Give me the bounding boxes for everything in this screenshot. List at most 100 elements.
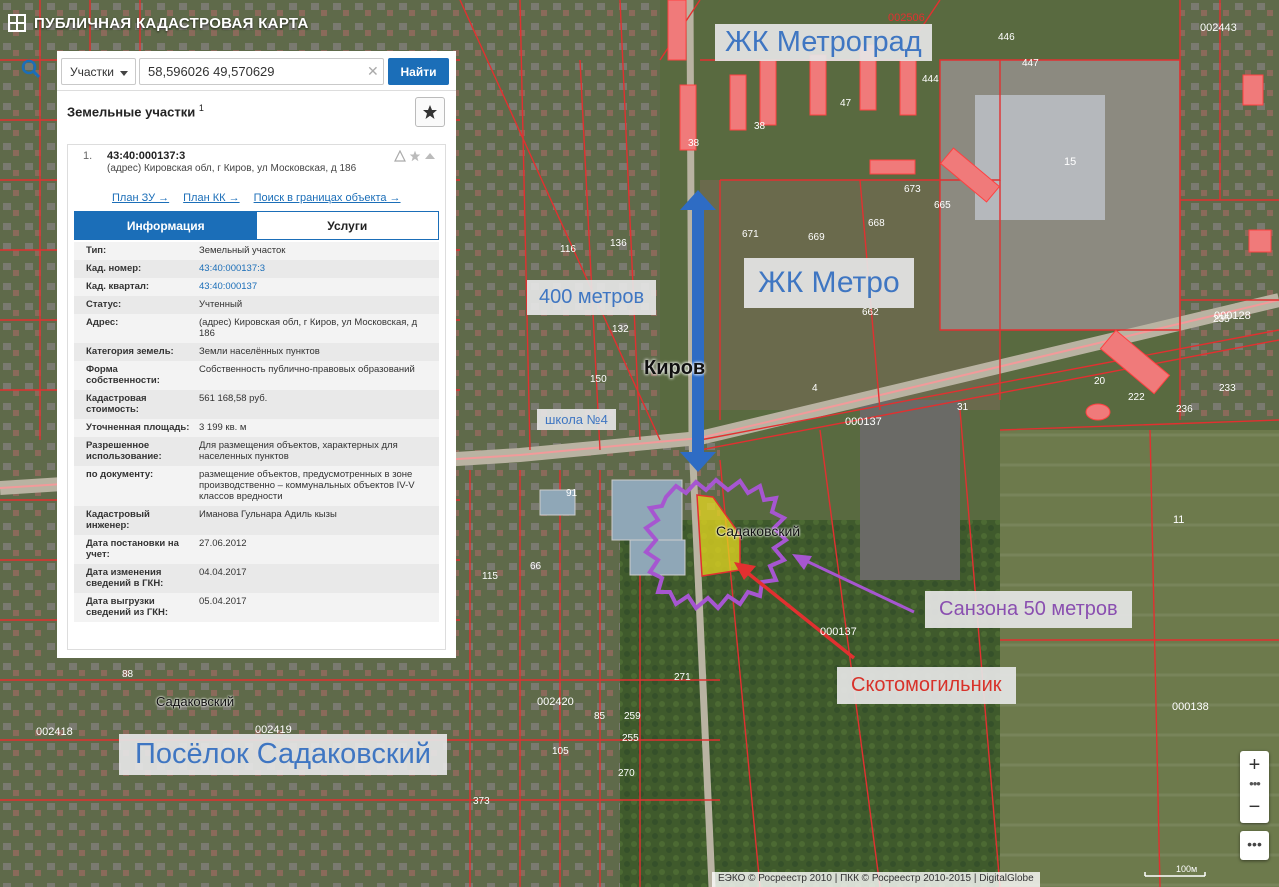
attribute-key: Дата постановки на учет: <box>86 538 179 560</box>
attribute-key: Форма собственности: <box>86 364 160 386</box>
attribute-value[interactable]: 43:40:000137 <box>193 281 423 292</box>
results-count: 1 <box>198 103 204 113</box>
attribute-row: Уточненная площадь: 3 199 кв. м <box>74 419 439 437</box>
locality-label: Садаковский <box>716 523 801 539</box>
plot-number: 665 <box>934 200 951 211</box>
plot-number: 259 <box>624 711 641 722</box>
plot-number: 38 <box>754 121 766 132</box>
locality-label: Садаковский <box>156 694 235 709</box>
plot-number: 105 <box>552 746 569 757</box>
plot-number: 671 <box>742 229 759 240</box>
plot-number: 150 <box>590 374 607 385</box>
result-cad-number[interactable]: 43:40:000137:3 <box>107 150 185 162</box>
attribute-row: Кадастровая стоимость: 561 168,58 руб. <box>74 390 439 419</box>
plot-number: 115 <box>482 571 498 582</box>
star-icon[interactable] <box>409 150 421 162</box>
find-button[interactable]: Найти <box>388 58 449 85</box>
zoom-control: + ••• − <box>1240 751 1269 823</box>
attribute-row: Категория земель: Земли населённых пункто… <box>74 343 439 361</box>
plot-number: 4 <box>812 383 818 394</box>
plot-number: 255 <box>622 733 639 744</box>
attribute-value: Земельный участок <box>199 245 286 256</box>
plot-number: 373 <box>473 796 490 807</box>
plot-number: 444 <box>922 74 939 85</box>
attribute-key: Кад. номер: <box>86 263 142 274</box>
plot-number: 88 <box>122 669 134 680</box>
attribute-value: 05.04.2017 <box>199 596 247 607</box>
attributes-table: Тип: Земельный участок Кад. номер: 43:40:00… <box>74 242 439 622</box>
plot-number: 85 <box>594 711 606 722</box>
result-address: (адрес) Кировская обл, г Киров, ул Моско… <box>107 163 357 174</box>
attribute-key: по документу: <box>86 469 154 480</box>
results-title-text: Земельные участки <box>67 104 196 120</box>
more-button[interactable]: ••• <box>1240 831 1269 860</box>
plot-number: 271 <box>674 672 691 683</box>
map-attribution: ЕЭКО © Росреестр 2010 | ПКК © Росреестр … <box>712 872 1040 887</box>
label-burial-site: Скотомогильник <box>837 667 1016 704</box>
attribute-row: Дата постановки на учет: 27.06.2012 <box>74 535 439 564</box>
plot-number: 446 <box>998 32 1015 43</box>
plot-number: 136 <box>610 238 627 249</box>
attribute-value: Земли населённых пунктов <box>199 346 320 357</box>
app-title: ПУБЛИЧНАЯ КАДАСТРОВАЯ КАРТА <box>34 14 309 32</box>
result-card: 1. 43:40:000137:3 (адрес) Кировская обл,… <box>67 144 446 650</box>
plot-number: 91 <box>566 488 578 499</box>
quarter-label: 002418 <box>36 726 73 738</box>
attribute-row: Форма собственности: Собственность публич… <box>74 361 439 390</box>
attribute-key: Адрес: <box>86 317 119 328</box>
attribute-key: Кадастровая стоимость: <box>86 393 147 415</box>
plot-number: 236 <box>1176 404 1193 415</box>
attribute-key: Тип: <box>86 245 107 256</box>
attribute-value: Собственность публично-правовых образова… <box>199 364 415 375</box>
search-icon <box>21 59 41 79</box>
zoom-out-button[interactable]: − <box>1240 795 1269 819</box>
attribute-key: Разрешенное использование: <box>86 440 162 462</box>
app-header: ПУБЛИЧНАЯ КАДАСТРОВАЯ КАРТА <box>8 14 309 32</box>
attribute-key: Дата выгрузки сведений из ГКН: <box>86 596 169 618</box>
attribute-value[interactable]: 43:40:000137:3 <box>193 263 423 274</box>
attribute-value: Для размещения объектов, характерных для… <box>199 440 398 462</box>
search-row: Участки ✕ Найти <box>57 51 456 91</box>
search-button[interactable] <box>20 58 50 85</box>
quarter-label: 002420 <box>537 696 574 708</box>
plot-number: 673 <box>904 184 921 195</box>
link-plot-plan[interactable]: План ЗУ → <box>112 192 169 204</box>
attribute-key: Категория земель: <box>86 346 174 357</box>
attribute-row: Дата изменения сведений в ГКН: 04.04.2017 <box>74 564 439 593</box>
tab-information[interactable]: Информация <box>75 212 257 239</box>
plot-number: 20 <box>1094 376 1106 387</box>
zoom-in-button[interactable]: + <box>1240 753 1269 777</box>
plot-number: 11 <box>1173 514 1185 526</box>
plot-number: 447 <box>1022 58 1039 69</box>
attribute-key: Кадастровый инженер: <box>86 509 150 531</box>
plot-number: 668 <box>868 218 885 229</box>
plot-number: 662 <box>862 307 879 318</box>
plot-number: 669 <box>808 232 825 243</box>
label-metrograd: ЖК Метроград <box>715 24 932 61</box>
plot-number: 38 <box>688 138 700 149</box>
chevron-down-icon <box>120 71 128 76</box>
link-search-in-bounds[interactable]: Поиск в границах объекта → <box>254 192 401 204</box>
attribute-value: Учтенный <box>199 299 243 310</box>
results-title: Земельные участки 1 <box>67 103 204 119</box>
logo-icon <box>8 14 26 32</box>
attribute-row: Адрес: (адрес) Кировская обл, г Киров, ул… <box>74 314 439 343</box>
search-type-select[interactable]: Участки <box>61 58 136 85</box>
favorite-button[interactable] <box>415 97 445 127</box>
attribute-value: 3 199 кв. м <box>199 422 247 433</box>
warning-icon[interactable] <box>394 150 406 162</box>
collapse-icon[interactable] <box>424 150 436 162</box>
clear-icon[interactable]: ✕ <box>367 63 379 80</box>
search-input[interactable] <box>139 58 384 85</box>
card-links: План ЗУ → План КК → Поиск в границах объ… <box>112 192 401 204</box>
plot-number: 222 <box>1128 392 1145 403</box>
attribute-value: 561 168,58 руб. <box>199 393 268 404</box>
attribute-row: Дата выгрузки сведений из ГКН: 05.04.2017 <box>74 593 439 622</box>
plot-number: 15 <box>1064 156 1077 168</box>
tab-services[interactable]: Услуги <box>256 212 438 239</box>
scale-label: 100м <box>1176 864 1198 874</box>
card-tabs: Информация Услуги <box>74 211 439 240</box>
label-metro: ЖК Метро <box>744 258 914 308</box>
link-quarter-plan[interactable]: План КК → <box>183 192 239 204</box>
result-index: 1. <box>83 150 93 162</box>
